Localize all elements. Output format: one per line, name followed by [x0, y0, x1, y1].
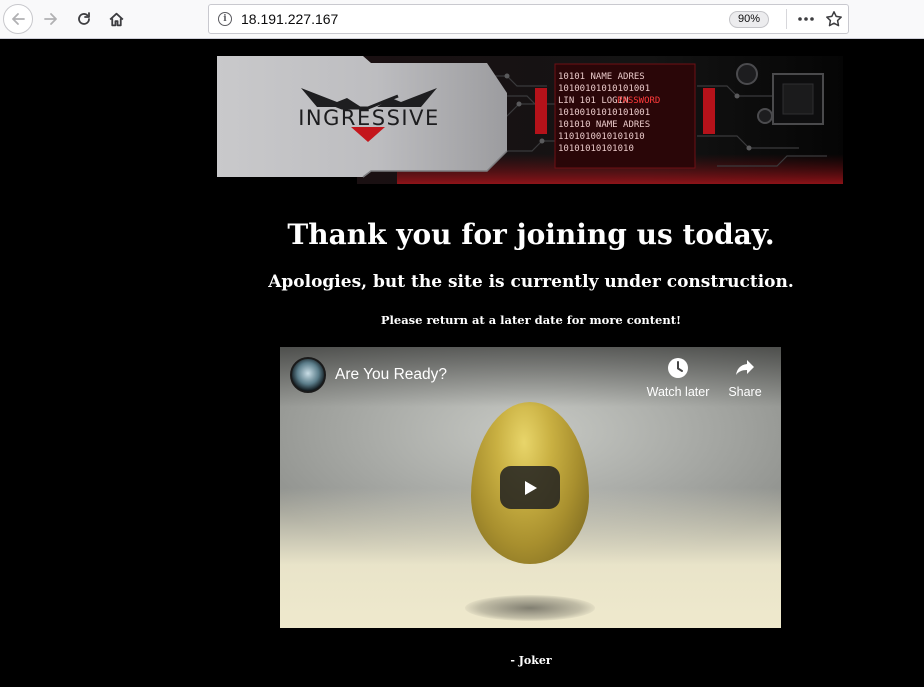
url-text[interactable]: 18.191.227.167 — [241, 11, 338, 27]
banner-code-line: PASSWORD — [617, 96, 660, 106]
channel-avatar[interactable] — [290, 357, 326, 393]
reload-button[interactable] — [69, 4, 99, 34]
url-bar-divider — [786, 9, 787, 29]
banner-code-line: 10100101010101001 — [558, 84, 650, 94]
play-button[interactable] — [500, 466, 560, 509]
back-button[interactable] — [3, 4, 33, 34]
banner-code-line: 101010 NAME ADRES — [558, 120, 650, 130]
watch-later-label: Watch later — [646, 385, 710, 399]
video-title[interactable]: Are You Ready? — [335, 366, 447, 384]
brand-wordmark: INGRESSIVE — [298, 106, 440, 130]
url-bar[interactable]: i 18.191.227.167 90% — [208, 4, 849, 34]
info-icon[interactable]: i — [218, 12, 232, 26]
browser-toolbar: i 18.191.227.167 90% — [0, 0, 924, 39]
egg-shadow — [465, 595, 595, 621]
banner-code-line: 10100101010101001 — [558, 108, 650, 118]
star-icon[interactable] — [823, 8, 845, 30]
page-subheadline: Apologies, but the site is currently und… — [268, 272, 794, 292]
home-icon — [109, 12, 123, 26]
share-button[interactable]: Share — [722, 357, 768, 399]
banner-code-line: 1101010010101010 — [558, 132, 645, 142]
play-icon — [525, 480, 537, 495]
share-arrow-icon — [736, 360, 754, 375]
watch-later-button[interactable]: Watch later — [640, 357, 716, 399]
zoom-level-badge[interactable]: 90% — [729, 11, 770, 28]
more-dots-icon[interactable] — [795, 8, 817, 30]
share-label: Share — [728, 385, 762, 399]
forward-button[interactable] — [36, 4, 66, 34]
reload-icon — [78, 12, 90, 25]
back-arrow-icon — [12, 13, 25, 25]
signature: - Joker — [510, 654, 552, 667]
page-note: Please return at a later date for more c… — [380, 313, 682, 327]
banner-code-line: 10101 NAME ADRES — [558, 72, 645, 82]
video-player[interactable]: Are You Ready? Watch later Share — [280, 347, 781, 628]
banner-code-line: 10101010101010 — [558, 144, 634, 154]
clock-icon — [668, 358, 688, 378]
forward-arrow-icon — [44, 13, 57, 25]
banner-graphic: 10101 NAME ADRES 10100101010101001 LIN 1… — [217, 56, 843, 184]
ingressive-banner: 10101 NAME ADRES 10100101010101001 LIN 1… — [217, 56, 843, 184]
home-button[interactable] — [101, 4, 131, 34]
page-headline: Thank you for joining us today. — [287, 218, 775, 251]
